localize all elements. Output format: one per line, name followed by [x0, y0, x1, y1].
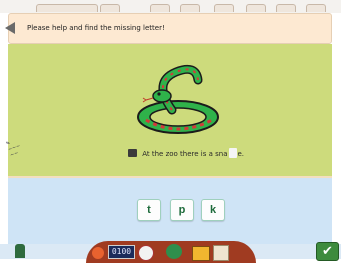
top-toolbar: [0, 0, 341, 13]
check-button[interactable]: ✔: [316, 242, 339, 261]
letter-card-t[interactable]: t: [137, 199, 161, 221]
bottle-icon[interactable]: [15, 244, 25, 258]
speaker-tab-icon[interactable]: [5, 22, 15, 34]
ball-icon[interactable]: [92, 247, 104, 259]
toolbar-tab[interactable]: [180, 4, 200, 12]
check-icon: ✔: [322, 244, 333, 259]
snake-illustration: [137, 64, 219, 134]
toolbar-tab[interactable]: [306, 4, 326, 12]
letter-card-p[interactable]: p: [170, 199, 194, 221]
toolbar-tab[interactable]: [150, 4, 170, 12]
instruction-banner: Please help and find the missing letter!: [5, 13, 332, 44]
instruction-text: Please help and find the missing letter!: [27, 24, 165, 32]
clock-display: 0100: [108, 245, 135, 259]
toolbar-tab[interactable]: [100, 4, 120, 12]
sentence-before: At the zoo there is a sna: [142, 150, 228, 158]
toolbar-tab[interactable]: [246, 4, 266, 12]
toolbar-tab[interactable]: [276, 4, 296, 12]
sentence-line: At the zoo there is a sna e.: [128, 148, 244, 158]
speaker-icon[interactable]: [128, 149, 137, 157]
toolbar-tab[interactable]: [214, 4, 234, 12]
sentence-after: e.: [237, 150, 245, 158]
bell-icon[interactable]: [166, 244, 182, 259]
clock-text: 0100: [111, 247, 132, 256]
letter-card-k[interactable]: k: [201, 199, 225, 221]
toolbar-tab[interactable]: [36, 4, 98, 12]
missing-letter-slot[interactable]: [228, 148, 237, 158]
